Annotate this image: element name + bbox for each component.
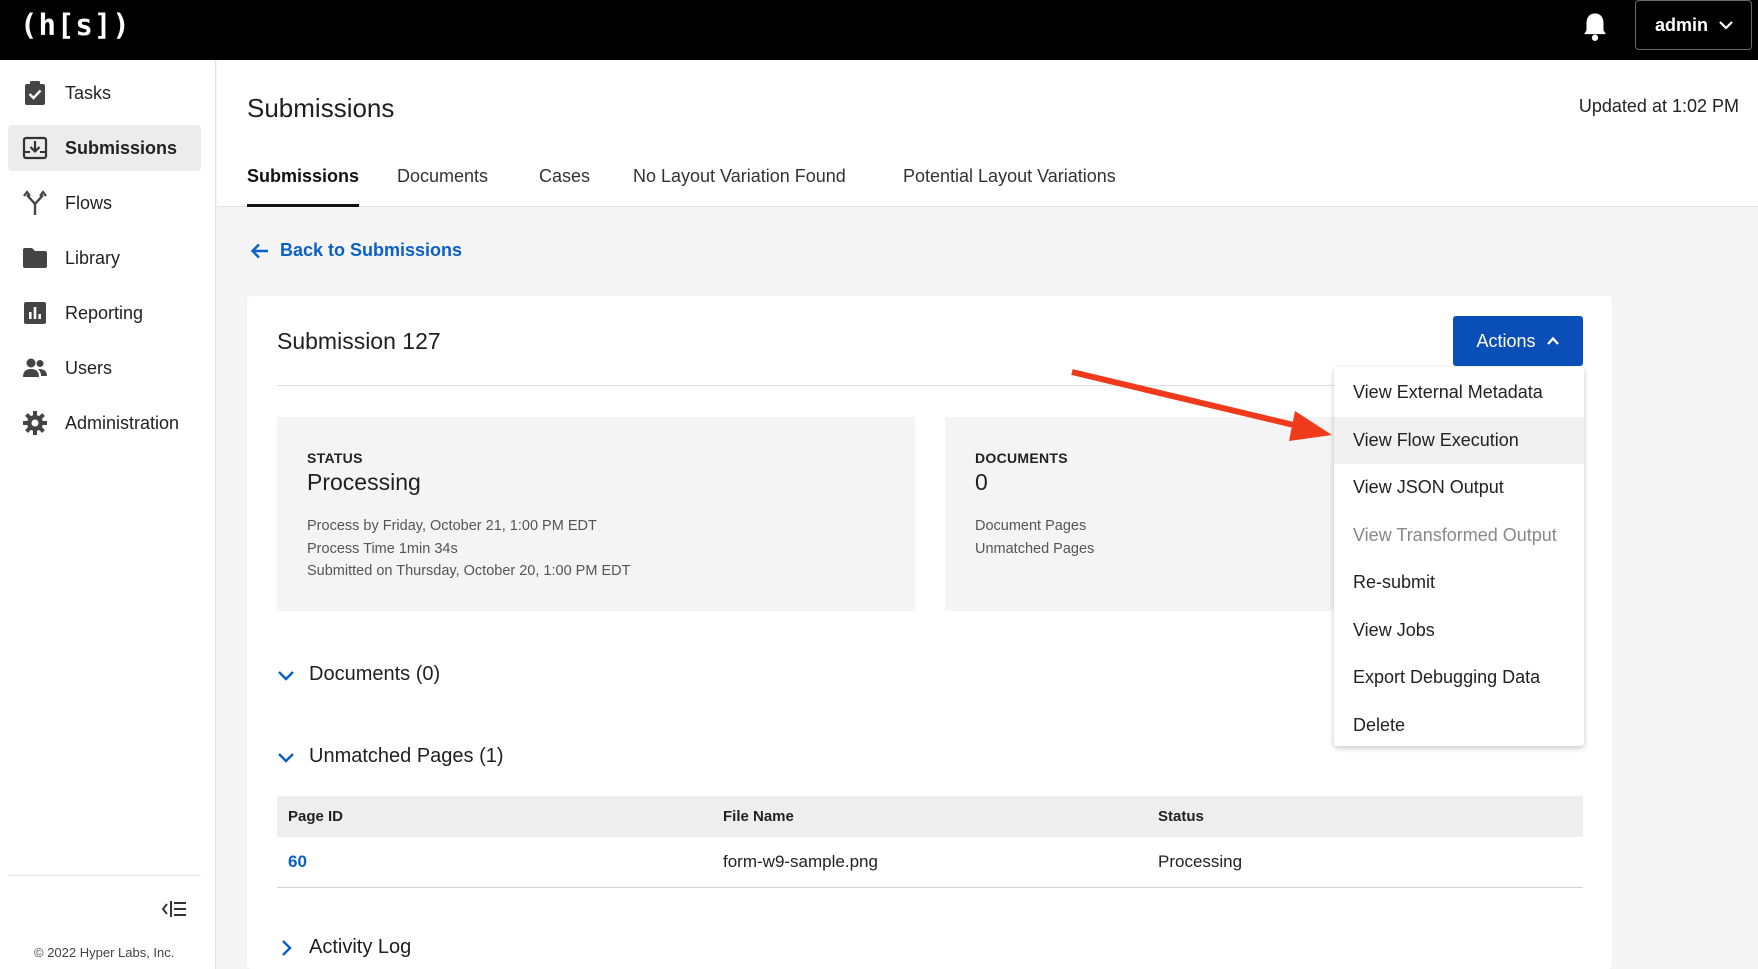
activity-log-section-title: Activity Log — [309, 936, 412, 958]
table-row: 60 form-w9-sample.png Processing — [277, 837, 1583, 888]
unmatched-pages-section-title: Unmatched Pages (1) — [309, 745, 504, 767]
sidebar-item-flows[interactable]: Flows — [8, 180, 201, 226]
sidebar-item-label: Flows — [65, 192, 113, 213]
status-cell: Processing — [1158, 852, 1243, 871]
chevron-down-icon — [278, 670, 294, 681]
process-by-text: Process by Friday, October 21, 1:00 PM E… — [307, 518, 597, 534]
sidebar-item-administration[interactable]: Administration — [8, 400, 201, 446]
menu-item-view-json-output[interactable]: View JSON Output — [1334, 464, 1584, 512]
status-details: Process by Friday, October 21, 1:00 PM E… — [307, 515, 630, 583]
collapse-sidebar-icon[interactable] — [160, 897, 188, 921]
chevron-up-icon — [1546, 336, 1559, 345]
tab-submissions[interactable]: Submissions — [247, 166, 360, 207]
actions-dropdown-menu: View External Metadata View Flow Executi… — [1334, 367, 1584, 746]
chevron-down-icon — [1719, 21, 1733, 30]
document-pages-text: Document Pages — [975, 518, 1087, 534]
status-value: Processing — [307, 469, 421, 495]
sidebar-item-label: Users — [65, 357, 113, 378]
activity-log-section-toggle[interactable]: Activity Log — [277, 936, 411, 959]
sidebar-item-label: Tasks — [65, 82, 112, 103]
clipboard-check-icon — [22, 80, 48, 106]
sidebar-item-library[interactable]: Library — [8, 235, 201, 281]
documents-section-title: Documents (0) — [309, 663, 441, 685]
app-logo[interactable]: (h[s]) — [20, 8, 131, 42]
sidebar-item-label: Submissions — [65, 137, 178, 158]
sidebar-item-tasks[interactable]: Tasks — [8, 70, 201, 116]
menu-item-export-debugging-data[interactable]: Export Debugging Data — [1334, 654, 1584, 702]
user-menu-button[interactable]: admin — [1635, 0, 1752, 50]
menu-item-view-external-metadata[interactable]: View External Metadata — [1334, 369, 1584, 417]
updated-timestamp: Updated at 1:02 PM — [1578, 96, 1739, 116]
tab-documents[interactable]: Documents — [397, 166, 488, 207]
sidebar-item-submissions[interactable]: Submissions — [8, 125, 201, 171]
user-name: admin — [1655, 14, 1709, 35]
table-header: Page ID File Name Status — [277, 796, 1583, 837]
tab-cases[interactable]: Cases — [539, 166, 590, 207]
sidebar-item-label: Administration — [65, 412, 180, 433]
menu-item-delete[interactable]: Delete — [1334, 702, 1584, 750]
documents-count: 0 — [975, 469, 988, 495]
documents-details: Document Pages Unmatched Pages — [975, 515, 1094, 560]
sidebar-item-reporting[interactable]: Reporting — [8, 290, 201, 336]
tab-potential-layout-variations[interactable]: Potential Layout Variations — [903, 166, 1116, 207]
sidebar-item-label: Library — [65, 247, 121, 268]
gear-icon — [22, 410, 48, 436]
back-to-submissions-link[interactable]: Back to Submissions — [250, 240, 462, 261]
menu-item-re-submit[interactable]: Re-submit — [1334, 559, 1584, 607]
folder-icon — [22, 245, 48, 271]
page-id-link[interactable]: 60 — [277, 852, 712, 872]
copyright-text: © 2022 Hyper Labs, Inc. — [34, 945, 175, 960]
menu-item-view-flow-execution[interactable]: View Flow Execution — [1334, 416, 1584, 464]
top-bar: (h[s]) admin — [0, 0, 1758, 60]
page-header: Submissions Updated at 1:02 PM Submissio… — [217, 60, 1758, 207]
sidebar-divider — [8, 875, 201, 876]
tab-no-layout-variation-found[interactable]: No Layout Variation Found — [633, 166, 846, 207]
actions-button[interactable]: Actions — [1453, 316, 1583, 366]
documents-section-toggle[interactable]: Documents (0) — [277, 663, 440, 686]
page-title: Submissions — [247, 93, 395, 123]
menu-item-view-jobs[interactable]: View Jobs — [1334, 607, 1584, 655]
users-icon — [22, 355, 48, 381]
bar-chart-icon — [22, 300, 48, 326]
unmatched-pages-table: Page ID File Name Status 60 form-w9-samp… — [277, 796, 1583, 888]
chevron-down-icon — [278, 752, 294, 763]
submitted-on-text: Submitted on Thursday, October 20, 1:00 … — [307, 563, 631, 579]
inbox-download-icon — [22, 135, 48, 161]
sidebar: Tasks Submissions Flows Library Reportin… — [0, 60, 216, 969]
submission-title: Submission 127 — [277, 328, 441, 354]
process-time-text: Process Time 1min 34s — [307, 540, 458, 557]
sidebar-item-users[interactable]: Users — [8, 345, 201, 391]
file-name-cell: form-w9-sample.png — [723, 852, 878, 871]
status-panel: STATUS Processing Process by Friday, Oct… — [277, 417, 915, 611]
menu-item-view-transformed-output: View Transformed Output — [1353, 524, 1557, 545]
chevron-right-icon — [282, 939, 292, 956]
unmatched-pages-text: Unmatched Pages — [975, 540, 1095, 557]
flow-fork-icon — [22, 190, 48, 216]
unmatched-pages-section-toggle[interactable]: Unmatched Pages (1) — [277, 745, 504, 768]
column-header-status[interactable]: Status — [1147, 808, 1582, 825]
documents-label: DOCUMENTS — [975, 450, 1068, 466]
column-header-file-name[interactable]: File Name — [712, 808, 1147, 825]
back-link-label: Back to Submissions — [280, 240, 463, 260]
column-header-page-id[interactable]: Page ID — [277, 808, 712, 825]
actions-label: Actions — [1476, 330, 1536, 351]
notification-bell-icon[interactable] — [1580, 11, 1610, 45]
arrow-left-icon — [250, 243, 268, 258]
sidebar-item-label: Reporting — [65, 302, 144, 323]
status-label: STATUS — [307, 450, 363, 466]
